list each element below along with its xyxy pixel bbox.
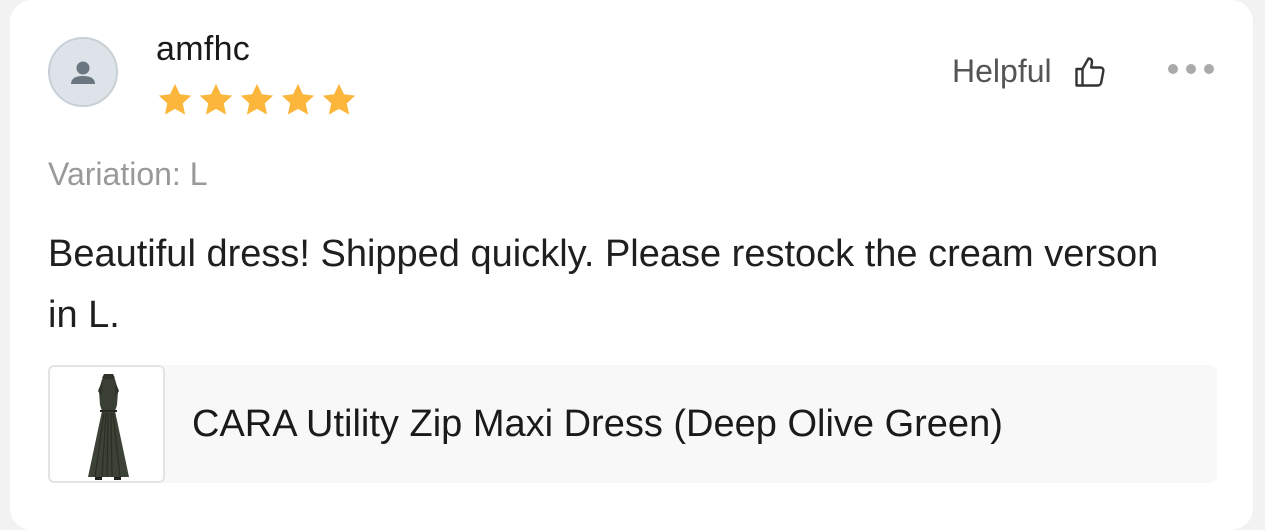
helpful-button[interactable]: Helpful xyxy=(952,53,1108,90)
more-dot xyxy=(1186,64,1196,74)
user-avatar-icon xyxy=(48,37,118,107)
more-dot xyxy=(1204,64,1214,74)
product-name: CARA Utility Zip Maxi Dress (Deep Olive … xyxy=(192,403,1003,445)
variation-label: Variation: L xyxy=(48,156,208,192)
star-icon xyxy=(240,83,274,115)
review-card: amfhc Helpful Variation: L Beautiful dre… xyxy=(10,0,1253,530)
star-icon xyxy=(158,83,192,115)
star-icon xyxy=(322,83,356,115)
dress-image xyxy=(88,374,129,480)
helpful-label: Helpful xyxy=(952,53,1052,89)
thumbs-up-icon xyxy=(1074,56,1105,87)
more-options-button[interactable] xyxy=(1168,64,1214,74)
review-text: Beautiful dress! Shipped quickly. Please… xyxy=(48,233,1159,336)
reviewer-username: amfhc xyxy=(156,30,251,68)
product-link[interactable]: CARA Utility Zip Maxi Dress (Deep Olive … xyxy=(48,365,1217,483)
star-icon xyxy=(199,83,233,115)
more-dot xyxy=(1168,64,1178,74)
star-icon xyxy=(281,83,315,115)
star-rating xyxy=(155,81,359,119)
product-thumbnail xyxy=(48,365,165,483)
